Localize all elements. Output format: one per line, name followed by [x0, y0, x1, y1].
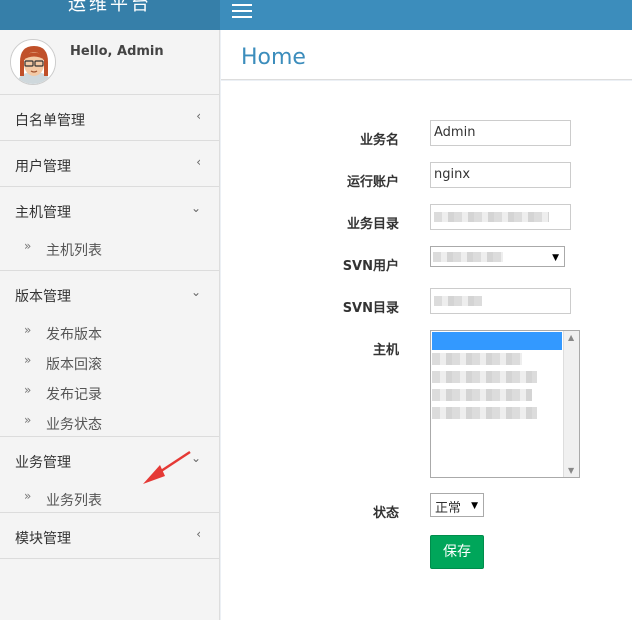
status-select-value: 正常 [435, 501, 462, 516]
avatar [10, 39, 56, 85]
chevron-down-icon: ▼ [471, 501, 478, 511]
content-header: Home [221, 30, 632, 80]
svn-dir-input[interactable] [430, 288, 571, 314]
status-select[interactable]: 正常 ▼ [430, 493, 484, 517]
sidebar-subitem-publish-log[interactable]: » 发布记录 [0, 377, 219, 407]
svn-user-select[interactable]: ▼ [430, 246, 565, 267]
list-item[interactable] [432, 371, 537, 383]
redacted-value [434, 212, 549, 222]
run-account-label: 运行账户 [346, 175, 399, 190]
double-chevron-right-icon: » [24, 353, 32, 367]
double-chevron-right-icon: » [24, 383, 32, 397]
sidebar-subitem-label: 发布版本 [46, 327, 102, 343]
sidebar-subitem-publish[interactable]: » 发布版本 [0, 317, 219, 347]
sidebar-subitem-business-list[interactable]: » 业务列表 [0, 483, 219, 513]
chevron-left-icon: ‹ [196, 109, 201, 123]
sidebar-item-versions[interactable]: 版本管理 ⌄ [0, 271, 219, 317]
app-logo: 运维平台 [0, 0, 220, 30]
sidebar-item-hosts[interactable]: 主机管理 ⌄ [0, 187, 219, 233]
chevron-down-icon: ▼ [552, 253, 559, 263]
sidebar-subitem-rollback[interactable]: » 版本回滚 [0, 347, 219, 377]
sidebar-subitem-label: 业务列表 [46, 493, 102, 509]
sidebar: Hello, Admin 白名单管理 ‹ 用户管理 ‹ 主机管理 ⌄ » 主机列… [0, 30, 220, 620]
business-form: 业务名 Admin 运行账户 nginx 业务目录 SVN用户 ▼ SVN目录 … [221, 81, 632, 620]
sidebar-item-label: 版本管理 [15, 289, 71, 305]
redacted-value [433, 252, 503, 262]
chevron-left-icon: ‹ [196, 527, 201, 541]
svn-dir-label: SVN目录 [342, 301, 399, 316]
business-name-input[interactable]: Admin [430, 120, 571, 146]
sidebar-item-business[interactable]: 业务管理 ⌄ [0, 437, 219, 483]
list-item-selected[interactable] [432, 332, 562, 350]
sidebar-subitem-label: 业务状态 [46, 417, 102, 433]
page-title: Home [241, 45, 306, 70]
status-label: 状态 [372, 506, 399, 521]
save-button[interactable]: 保存 [430, 535, 484, 569]
sidebar-item-modules[interactable]: 模块管理 ‹ [0, 513, 219, 559]
sidebar-item-label: 模块管理 [15, 531, 71, 547]
sidebar-subitem-business-status[interactable]: » 业务状态 [0, 407, 219, 437]
sidebar-subitem-label: 版本回滚 [46, 357, 102, 373]
double-chevron-right-icon: » [24, 323, 32, 337]
double-chevron-right-icon: » [24, 489, 32, 503]
sidebar-item-label: 白名单管理 [15, 113, 85, 129]
sidebar-item-label: 用户管理 [15, 159, 71, 175]
chevron-down-icon: ⌄ [190, 285, 201, 299]
sidebar-item-label: 业务管理 [15, 455, 71, 471]
user-greeting: Hello, Admin [70, 44, 164, 59]
chevron-down-icon: ⌄ [190, 201, 201, 215]
chevron-left-icon: ‹ [196, 155, 201, 169]
double-chevron-right-icon: » [24, 413, 32, 427]
sidebar-subitem-label: 发布记录 [46, 387, 102, 403]
top-navbar: 运维平台 [0, 0, 632, 30]
double-chevron-right-icon: » [24, 239, 32, 253]
scroll-up-icon[interactable]: ▲ [568, 333, 574, 342]
sidebar-subitem-label: 主机列表 [46, 243, 102, 259]
chevron-down-icon: ⌄ [190, 451, 201, 465]
svn-user-label: SVN用户 [342, 259, 399, 274]
redacted-value [434, 296, 482, 306]
hosts-multiselect[interactable]: ▲ ▼ [430, 330, 580, 478]
business-dir-label: 业务目录 [346, 217, 399, 232]
hamburger-icon[interactable] [232, 4, 252, 18]
list-item[interactable] [432, 389, 532, 401]
sidebar-subitem-host-list[interactable]: » 主机列表 [0, 233, 219, 263]
scrollbar[interactable]: ▲ ▼ [563, 331, 579, 477]
user-panel: Hello, Admin [0, 30, 219, 95]
list-item[interactable] [432, 353, 522, 365]
submenu-hosts: » 主机列表 [0, 233, 219, 271]
hosts-label: 主机 [372, 343, 399, 358]
submenu-business: » 业务列表 [0, 483, 219, 513]
submenu-versions: » 发布版本 » 版本回滚 » 发布记录 » 业务状态 [0, 317, 219, 437]
sidebar-item-label: 主机管理 [15, 205, 71, 221]
business-name-label: 业务名 [359, 133, 399, 148]
sidebar-item-whitelist[interactable]: 白名单管理 ‹ [0, 95, 219, 141]
run-account-input[interactable]: nginx [430, 162, 571, 188]
business-dir-input[interactable] [430, 204, 571, 230]
list-item[interactable] [432, 407, 537, 419]
sidebar-item-users[interactable]: 用户管理 ‹ [0, 141, 219, 187]
scroll-down-icon[interactable]: ▼ [568, 466, 574, 475]
